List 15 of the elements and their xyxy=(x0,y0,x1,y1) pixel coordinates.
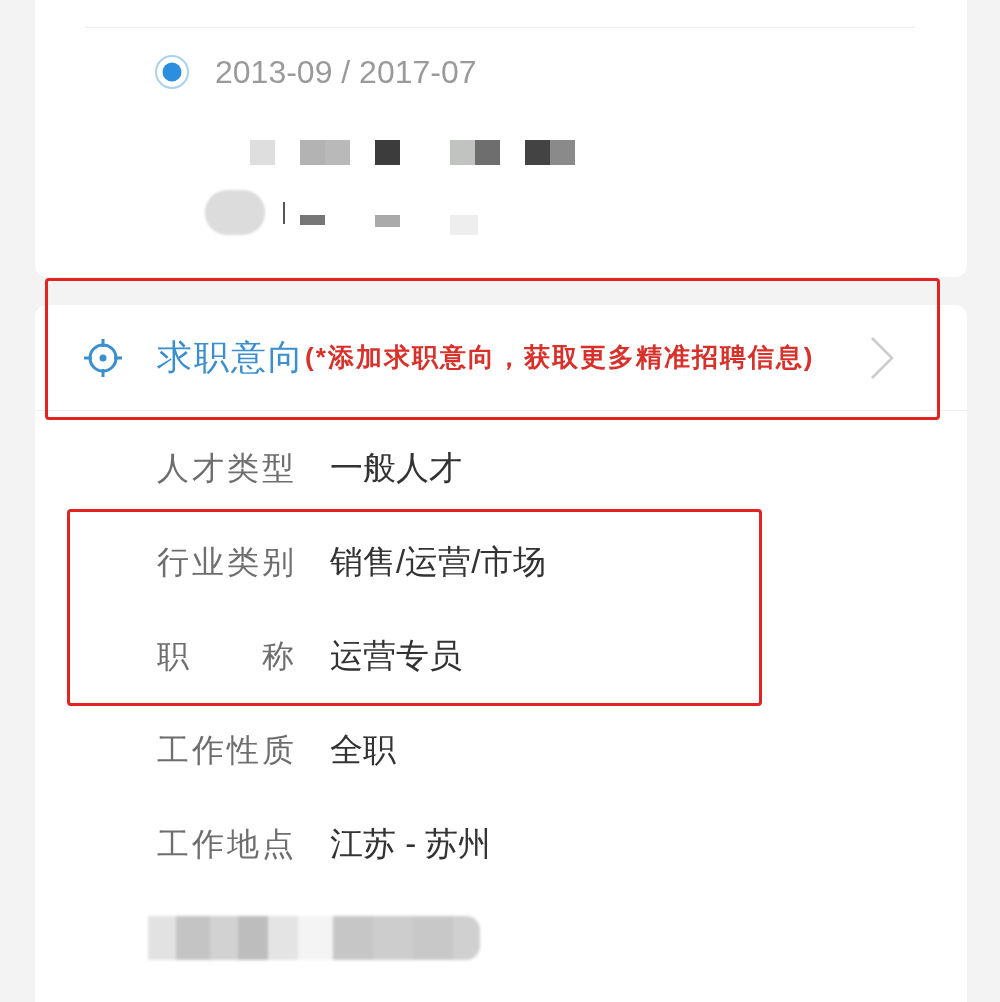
target-icon xyxy=(83,337,123,378)
field-label: 职 称 xyxy=(157,637,297,676)
radio-button[interactable] xyxy=(155,55,189,89)
field-value: 江苏 - 苏州 xyxy=(330,824,492,865)
field-value: 全职 xyxy=(330,730,396,771)
date-range: 2013-09 / 2017-07 xyxy=(215,56,477,88)
hint-text: (*添加求职意向，获取更多精准招聘信息) xyxy=(305,341,815,374)
section-title: 求职意向 xyxy=(157,336,305,379)
field-value: 运营专员 xyxy=(330,636,462,677)
field-value: 销售/运营/市场 xyxy=(330,542,547,583)
field-label: 工作地点 xyxy=(157,825,297,864)
field-label: 工作性质 xyxy=(157,731,297,770)
field-label: 行业类别 xyxy=(157,543,297,582)
field-value: 一般人才 xyxy=(330,448,462,489)
field-label: 人才类型 xyxy=(157,449,297,488)
